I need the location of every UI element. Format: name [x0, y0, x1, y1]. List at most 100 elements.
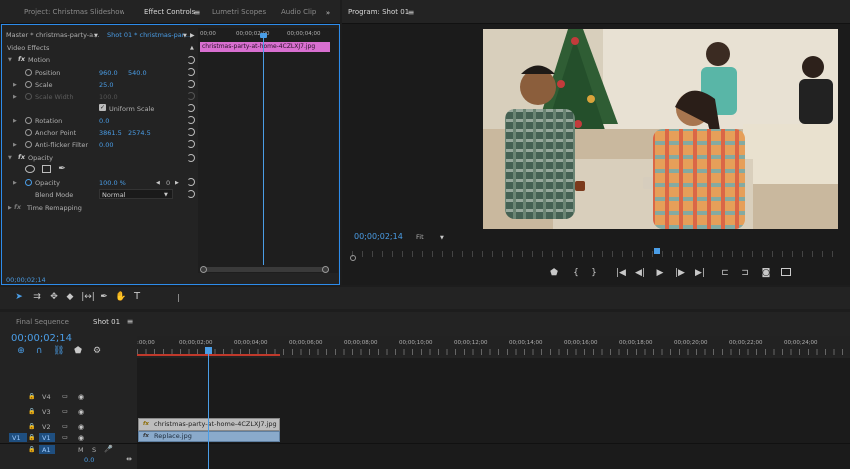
- anchor-x-value[interactable]: 3861.5: [99, 129, 122, 137]
- linked-selection-icon[interactable]: ⛓: [53, 346, 64, 356]
- panel-menu-icon[interactable]: ≡: [407, 8, 415, 18]
- stopwatch-icon[interactable]: [25, 179, 32, 186]
- program-playhead[interactable]: [654, 248, 660, 254]
- track-select-tool-icon[interactable]: ⇉: [31, 292, 43, 302]
- tab-final-sequence[interactable]: Final Sequence: [16, 312, 69, 332]
- chevron-down-icon[interactable]: ▼: [164, 190, 168, 200]
- reset-icon[interactable]: [187, 140, 195, 148]
- stopwatch-icon[interactable]: [25, 81, 32, 88]
- reset-icon[interactable]: [187, 190, 195, 198]
- eye-icon[interactable]: ◉: [76, 407, 86, 417]
- selection-tool-icon[interactable]: ➤: [14, 292, 24, 302]
- fit-dropdown[interactable]: Fit: [416, 233, 424, 241]
- more-tabs-icon[interactable]: »: [324, 8, 332, 18]
- anchor-y-value[interactable]: 2574.5: [128, 129, 151, 137]
- eye-icon[interactable]: ◉: [76, 433, 86, 443]
- next-keyframe-icon[interactable]: ▶: [175, 178, 179, 188]
- tab-shot-01[interactable]: Shot 01: [93, 312, 120, 332]
- step-forward-icon[interactable]: |▶: [674, 268, 686, 278]
- mark-out-icon[interactable]: }: [589, 268, 599, 278]
- go-to-in-icon[interactable]: |◀: [615, 268, 627, 278]
- reset-icon[interactable]: [187, 178, 195, 186]
- rotation-value[interactable]: 0.0: [99, 117, 109, 125]
- export-frame-icon[interactable]: ◙: [760, 268, 772, 278]
- reset-icon[interactable]: [187, 104, 195, 112]
- snap-icon[interactable]: ∩: [34, 346, 44, 356]
- prev-keyframe-icon[interactable]: ◀: [156, 178, 160, 188]
- scale-expand-icon[interactable]: ▶: [13, 82, 17, 88]
- opacity-expand-icon[interactable]: ▶: [13, 180, 17, 186]
- master-dropdown-icon[interactable]: ▼: [94, 31, 98, 41]
- hand-tool-icon[interactable]: ✋: [115, 292, 126, 302]
- ec-playhead[interactable]: [263, 36, 264, 265]
- mark-in-icon[interactable]: {: [571, 268, 581, 278]
- lock-icon[interactable]: 🔒: [28, 433, 36, 443]
- ec-horizontal-scrollbar[interactable]: [201, 267, 329, 272]
- opacity-collapse-icon[interactable]: ▼: [8, 155, 12, 161]
- sync-lock-icon[interactable]: ▭: [60, 407, 70, 417]
- sequence-clip-label[interactable]: Shot 01 * christmas-par...: [107, 31, 190, 39]
- tab-lumetri-scopes[interactable]: Lumetri Scopes: [212, 0, 266, 24]
- play-clip-icon[interactable]: ▶: [190, 31, 195, 41]
- play-icon[interactable]: ▶: [654, 268, 666, 278]
- scroll-up-icon[interactable]: ▲: [190, 43, 194, 53]
- tab-program[interactable]: Program: Shot 01: [348, 0, 409, 24]
- pen-tool-icon[interactable]: ✒: [99, 292, 109, 302]
- microphone-icon[interactable]: 🎤: [104, 444, 113, 454]
- lock-icon[interactable]: 🔒: [28, 445, 36, 455]
- lock-icon[interactable]: 🔒: [28, 407, 36, 417]
- reset-icon[interactable]: [187, 56, 195, 64]
- scroll-handle-left[interactable]: [200, 266, 207, 273]
- position-y-value[interactable]: 540.0: [128, 69, 147, 77]
- motion-collapse-icon[interactable]: ▼: [8, 57, 12, 63]
- timeline-settings-icon[interactable]: ⚙: [92, 346, 102, 356]
- chevron-down-icon[interactable]: ▼: [440, 233, 444, 243]
- lock-icon[interactable]: 🔒: [28, 392, 36, 402]
- eye-icon[interactable]: ◉: [76, 422, 86, 432]
- tab-project[interactable]: Project: Christmas Slideshow_1: [24, 0, 124, 24]
- fx-badge[interactable]: fx: [18, 55, 25, 63]
- program-scroll-left[interactable]: [350, 255, 356, 261]
- opacity-value[interactable]: 100.0 %: [99, 179, 126, 187]
- program-scrubber[interactable]: [352, 251, 842, 257]
- type-tool-icon[interactable]: T: [132, 292, 142, 302]
- overwrite-icon[interactable]: ⊐: [740, 268, 750, 278]
- program-timecode[interactable]: 00;00;02;14: [354, 232, 403, 241]
- scroll-handle-right[interactable]: [322, 266, 329, 273]
- marker-icon[interactable]: ⬟: [549, 268, 559, 278]
- step-back-icon[interactable]: ◀|: [634, 268, 646, 278]
- position-x-value[interactable]: 960.0: [99, 69, 118, 77]
- time-remap-expand-icon[interactable]: ▶: [8, 205, 12, 211]
- tab-effect-controls[interactable]: Effect Controls: [144, 0, 195, 24]
- go-to-out-icon[interactable]: ▶|: [694, 268, 706, 278]
- stopwatch-icon[interactable]: [25, 117, 32, 124]
- razor-tool-icon[interactable]: ◆: [65, 292, 75, 302]
- comparison-view-icon[interactable]: [781, 268, 791, 276]
- sync-lock-icon[interactable]: ▭: [60, 422, 70, 432]
- reset-icon[interactable]: [187, 128, 195, 136]
- panel-menu-icon[interactable]: ≡: [126, 317, 134, 327]
- solo-button[interactable]: S: [92, 446, 96, 454]
- insert-icon[interactable]: ⊏: [720, 268, 730, 278]
- timeline-timecode[interactable]: 00;00;02;14: [11, 333, 72, 344]
- scale-value[interactable]: 25.0: [99, 81, 113, 89]
- eye-icon[interactable]: ◉: [76, 392, 86, 402]
- uniform-scale-checkbox[interactable]: ✓: [99, 104, 106, 111]
- stopwatch-icon[interactable]: [25, 69, 32, 76]
- tab-audio-clip[interactable]: Audio Clip I: [281, 0, 317, 24]
- rotation-expand-icon[interactable]: ▶: [13, 118, 17, 124]
- reset-icon[interactable]: [187, 80, 195, 88]
- stopwatch-icon[interactable]: [25, 129, 32, 136]
- antiflicker-expand-icon[interactable]: ▶: [13, 142, 17, 148]
- add-marker-icon[interactable]: ⬟: [73, 346, 83, 356]
- nest-icon[interactable]: ⊕: [16, 346, 26, 356]
- lock-icon[interactable]: 🔒: [28, 422, 36, 432]
- sync-lock-icon[interactable]: ▭: [60, 392, 70, 402]
- reset-icon[interactable]: [187, 154, 195, 162]
- stopwatch-icon[interactable]: [25, 141, 32, 148]
- mute-button[interactable]: M: [78, 446, 84, 454]
- program-video-frame[interactable]: [483, 29, 838, 229]
- track-volume[interactable]: 0.0: [84, 456, 94, 464]
- panel-menu-icon[interactable]: ≡: [193, 8, 201, 18]
- ellipse-mask-icon[interactable]: [25, 165, 35, 173]
